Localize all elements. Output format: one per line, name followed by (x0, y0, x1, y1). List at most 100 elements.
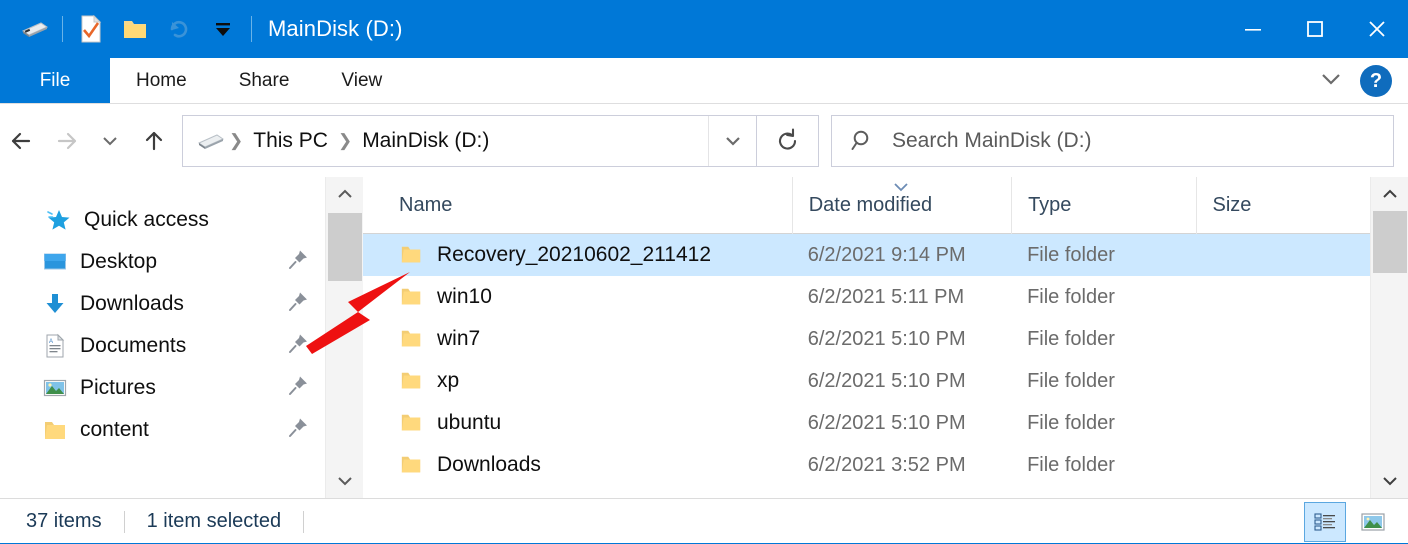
file-name-cell: ubuntu (363, 411, 792, 435)
ribbon-right-controls: ? (1316, 58, 1402, 104)
scroll-down-icon[interactable] (326, 464, 364, 498)
scroll-up-icon[interactable] (326, 177, 364, 211)
folder-icon (399, 454, 423, 476)
refresh-button[interactable] (757, 115, 819, 167)
breadcrumb-maindisk[interactable]: MainDisk (D:) (356, 129, 495, 153)
sort-indicator-icon (891, 180, 911, 197)
file-type-cell: File folder (1011, 412, 1195, 435)
explorer-body: Quick access Desktop (0, 177, 1408, 498)
breadcrumb-this-pc[interactable]: This PC (247, 129, 334, 153)
tab-file[interactable]: File (0, 58, 110, 103)
selection-count-label: 1 item selected (147, 510, 282, 533)
window-controls (1222, 0, 1408, 58)
minimize-button[interactable] (1222, 0, 1284, 58)
table-row[interactable]: win7 6/2/2021 5:10 PM File folder (363, 318, 1370, 360)
file-name-text: xp (437, 369, 459, 393)
file-type-cell: File folder (1011, 328, 1195, 351)
new-folder-icon[interactable] (113, 7, 157, 51)
close-button[interactable] (1346, 0, 1408, 58)
properties-icon[interactable] (69, 7, 113, 51)
file-date-cell: 6/2/2021 5:11 PM (792, 286, 1011, 309)
file-date-cell: 6/2/2021 5:10 PM (792, 412, 1011, 435)
details-view-button[interactable] (1304, 502, 1346, 542)
pin-icon[interactable] (287, 417, 309, 444)
svg-text:A: A (49, 339, 53, 345)
pin-icon[interactable] (287, 333, 309, 360)
help-icon[interactable]: ? (1360, 65, 1392, 97)
sidebar-item-label: Documents (80, 334, 186, 358)
pin-icon[interactable] (287, 291, 309, 318)
file-name-text: win7 (437, 327, 480, 351)
documents-icon: A (42, 333, 68, 359)
sidebar-item-desktop[interactable]: Desktop (0, 241, 325, 283)
file-name-cell: win7 (363, 327, 792, 351)
customize-qat-icon[interactable] (201, 7, 245, 51)
large-icons-view-button[interactable] (1352, 502, 1394, 542)
scroll-up-icon[interactable] (1371, 177, 1408, 211)
folder-icon (399, 412, 423, 434)
maximize-button[interactable] (1284, 0, 1346, 58)
folder-icon (399, 370, 423, 392)
chevron-down-icon[interactable] (1316, 69, 1346, 94)
sidebar-item-label: Quick access (84, 208, 209, 232)
back-button[interactable] (0, 116, 44, 166)
drive-icon[interactable] (12, 7, 56, 51)
column-headers: Name Date modified Type Size (363, 177, 1370, 234)
pictures-icon (42, 375, 68, 401)
address-bar-row: ❯ This PC ❯ MainDisk (D:) (0, 105, 1408, 177)
qat-divider (62, 16, 63, 42)
undo-icon[interactable] (157, 7, 201, 51)
folder-icon (42, 417, 68, 443)
file-explorer-window: MainDisk (D:) File Home Share View (0, 0, 1408, 544)
file-date-cell: 6/2/2021 9:14 PM (792, 244, 1011, 267)
search-input[interactable]: Search MainDisk (D:) (831, 115, 1394, 167)
tab-view[interactable]: View (315, 58, 408, 103)
search-placeholder: Search MainDisk (D:) (892, 129, 1092, 153)
address-bar[interactable]: ❯ This PC ❯ MainDisk (D:) (182, 115, 757, 167)
scrollbar-thumb[interactable] (328, 213, 362, 281)
table-row[interactable]: ubuntu 6/2/2021 5:10 PM File folder (363, 402, 1370, 444)
file-name-cell: xp (363, 369, 792, 393)
file-name-text: Downloads (437, 453, 541, 477)
tab-share[interactable]: Share (213, 58, 316, 103)
file-name-cell: win10 (363, 285, 792, 309)
sidebar-item-label: Pictures (80, 376, 156, 400)
sidebar-item-documents[interactable]: A Documents (0, 325, 325, 367)
sidebar-item-quick-access[interactable]: Quick access (0, 199, 325, 241)
scroll-down-icon[interactable] (1371, 464, 1408, 498)
sidebar-item-label: Downloads (80, 292, 184, 316)
table-row[interactable]: Downloads 6/2/2021 3:52 PM File folder (363, 444, 1370, 486)
file-list-scrollbar[interactable] (1370, 177, 1408, 498)
sidebar-item-downloads[interactable]: Downloads (0, 283, 325, 325)
table-row[interactable]: xp 6/2/2021 5:10 PM File folder (363, 360, 1370, 402)
file-date-cell: 6/2/2021 5:10 PM (792, 370, 1011, 393)
column-header-size[interactable]: Size (1196, 177, 1370, 234)
file-name-text: win10 (437, 285, 492, 309)
navigation-pane-scrollbar[interactable] (325, 177, 363, 498)
navigation-pane: Quick access Desktop (0, 177, 325, 498)
drive-icon-breadcrumb (195, 130, 225, 152)
tab-home[interactable]: Home (110, 58, 213, 103)
table-row[interactable]: Recovery_20210602_211412 6/2/2021 9:14 P… (363, 234, 1370, 276)
downloads-icon (42, 291, 68, 317)
up-button[interactable] (132, 116, 176, 166)
forward-button[interactable] (44, 116, 88, 166)
pin-icon[interactable] (287, 375, 309, 402)
breadcrumb-separator-2: ❯ (336, 131, 354, 151)
title-bar: MainDisk (D:) (0, 0, 1408, 58)
table-row[interactable]: win10 6/2/2021 5:11 PM File folder (363, 276, 1370, 318)
address-dropdown-icon[interactable] (708, 116, 756, 166)
item-count-label: 37 items (26, 510, 102, 533)
window-title: MainDisk (D:) (268, 16, 403, 42)
star-icon (46, 207, 72, 233)
sidebar-item-pictures[interactable]: Pictures (0, 367, 325, 409)
column-header-type[interactable]: Type (1011, 177, 1195, 234)
column-header-name[interactable]: Name (363, 177, 792, 234)
sidebar-item-label: Desktop (80, 250, 157, 274)
folder-icon (399, 328, 423, 350)
recent-locations-button[interactable] (88, 116, 132, 166)
pin-icon[interactable] (287, 249, 309, 276)
scrollbar-thumb[interactable] (1373, 211, 1407, 273)
sidebar-item-content[interactable]: content (0, 409, 325, 451)
status-divider (124, 511, 125, 533)
